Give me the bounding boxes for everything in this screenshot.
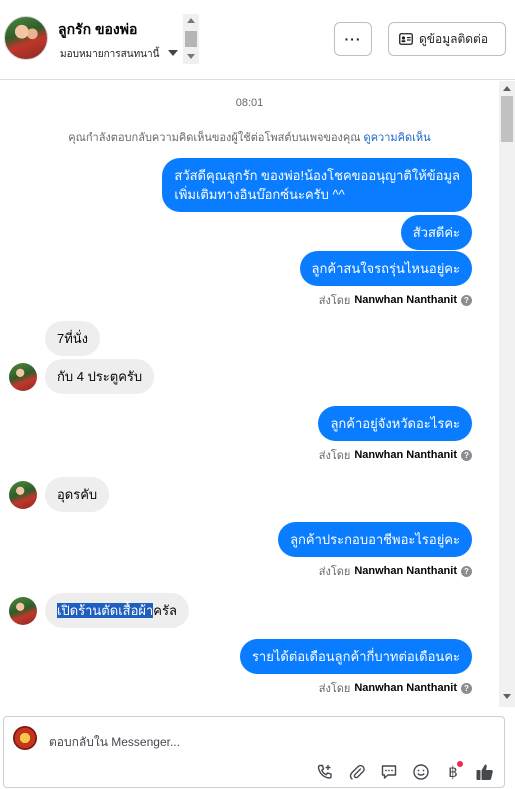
more-horizontal-icon: ··· <box>344 31 362 47</box>
comment-reply-notice: คุณกำลังตอบกลับความคิดเห็นของผู้ใช้ต่อโพ… <box>0 128 499 146</box>
assign-conversation-label[interactable]: มอบหมายการสนทนานี้ <box>60 47 159 62</box>
question-icon[interactable]: ? <box>461 294 472 306</box>
saved-replies-button[interactable] <box>378 761 400 783</box>
contact-avatar-small[interactable] <box>9 597 37 625</box>
baht-icon: ฿ <box>448 764 458 781</box>
view-contact-button[interactable]: ดูข้อมูลติดต่อ <box>388 22 506 56</box>
contact-avatar-small[interactable] <box>9 363 37 391</box>
outgoing-message[interactable]: รายได้ต่อเดือนลูกค้ากี่บาทต่อเดือนคะ <box>239 639 472 674</box>
contact-name[interactable]: ลูกรัก ของพ่อ <box>58 19 137 41</box>
contact-card-icon <box>399 33 413 45</box>
message-timestamp: 08:01 <box>235 97 264 109</box>
caret-down-icon[interactable] <box>168 50 178 56</box>
sent-by-prefix: ส่งโดย <box>318 683 351 695</box>
smiley-icon <box>413 764 429 780</box>
emoji-button[interactable] <box>410 761 432 783</box>
view-comment-link[interactable]: ดูความคิดเห็น <box>364 132 431 144</box>
composer-toolbar: ฿ <box>314 761 496 783</box>
more-options-button[interactable]: ··· <box>334 22 372 56</box>
outgoing-message[interactable]: ลูกค้าสนใจรถรุ่นไหนอยู่คะ <box>299 251 472 286</box>
paperclip-icon <box>349 764 365 780</box>
scroll-thumb[interactable] <box>501 96 513 142</box>
incoming-message[interactable]: 7ที่นั่ง <box>45 321 101 356</box>
scroll-up-arrow-icon[interactable] <box>503 86 511 91</box>
message-text: ครัล <box>153 603 177 618</box>
like-button[interactable] <box>474 761 496 783</box>
sent-by-label: ส่งโดย Nanwhan Nanthanit ? <box>319 446 472 464</box>
question-icon[interactable]: ? <box>461 449 472 461</box>
sent-by-label: ส่งโดย Nanwhan Nanthanit ? <box>319 562 472 580</box>
phone-plus-icon <box>317 764 332 779</box>
sent-by-label: ส่งโดย Nanwhan Nanthanit ? <box>319 291 472 309</box>
selected-text: เปิดร้านตัดเสื้อผ้า <box>57 603 154 618</box>
incoming-message[interactable]: อุดรคับ <box>45 477 110 512</box>
attach-button[interactable] <box>346 761 368 783</box>
incoming-message[interactable]: เปิดร้านตัดเสื้อผ้าครัล <box>45 593 189 628</box>
outgoing-message[interactable]: ลูกค้าอยู่จังหวัดอะไรคะ <box>318 406 472 441</box>
sender-name: Nanwhan Nanthanit <box>354 565 457 577</box>
message-text-line: สวัสดีคุณลูกรัก ของพ่อ!น้องโชคขออนุญาติใ… <box>174 168 460 183</box>
question-icon[interactable]: ? <box>461 682 472 694</box>
notice-text: คุณกำลังตอบกลับความคิดเห็นของผู้ใช้ต่อโพ… <box>68 132 361 144</box>
scroll-up-arrow-icon[interactable] <box>187 18 195 23</box>
sent-by-label: ส่งโดย Nanwhan Nanthanit ? <box>319 679 472 697</box>
call-button[interactable] <box>314 761 336 783</box>
scroll-down-arrow-icon[interactable] <box>503 694 511 699</box>
scroll-thumb[interactable] <box>185 31 197 47</box>
header-scrollbar[interactable] <box>183 14 199 64</box>
sent-by-prefix: ส่งโดย <box>318 295 351 307</box>
scroll-down-arrow-icon[interactable] <box>187 54 195 59</box>
contact-avatar[interactable] <box>4 16 48 60</box>
outgoing-message[interactable]: สวัสดีคุณลูกรัก ของพ่อ!น้องโชคขออนุญาติใ… <box>162 158 472 212</box>
view-contact-label: ดูข้อมูลติดต่อ <box>419 31 489 46</box>
sender-name: Nanwhan Nanthanit <box>354 449 457 461</box>
question-icon[interactable]: ? <box>461 565 472 577</box>
sender-name: Nanwhan Nanthanit <box>354 294 457 306</box>
contact-avatar-small[interactable] <box>9 481 37 509</box>
page-avatar <box>13 726 37 750</box>
notification-dot <box>457 761 463 767</box>
sent-by-prefix: ส่งโดย <box>318 450 351 462</box>
incoming-message[interactable]: กับ 4 ประตูครับ <box>45 359 155 394</box>
thread-scrollbar[interactable] <box>499 81 515 707</box>
thumbs-up-icon <box>476 764 493 780</box>
conversation-header: ลูกรัก ของพ่อ มอบหมายการสนทนานี้ ··· ดูข… <box>0 0 515 80</box>
message-text-line: เพิ่มเติมทางอินบ๊อกซ์นะครับ ^^ <box>174 187 345 202</box>
outgoing-message[interactable]: ลูกค้าประกอบอาชีพอะไรอยู่คะ <box>278 522 472 557</box>
reply-input[interactable]: ตอบกลับใน Messenger... <box>49 733 180 752</box>
reply-composer[interactable]: ตอบกลับใน Messenger... ฿ <box>3 716 505 788</box>
payment-button[interactable]: ฿ <box>442 761 464 783</box>
outgoing-message[interactable]: สัวสดีค่ะ <box>400 215 472 250</box>
chat-bubble-icon <box>381 765 397 779</box>
sender-name: Nanwhan Nanthanit <box>354 682 457 694</box>
sent-by-prefix: ส่งโดย <box>318 566 351 578</box>
